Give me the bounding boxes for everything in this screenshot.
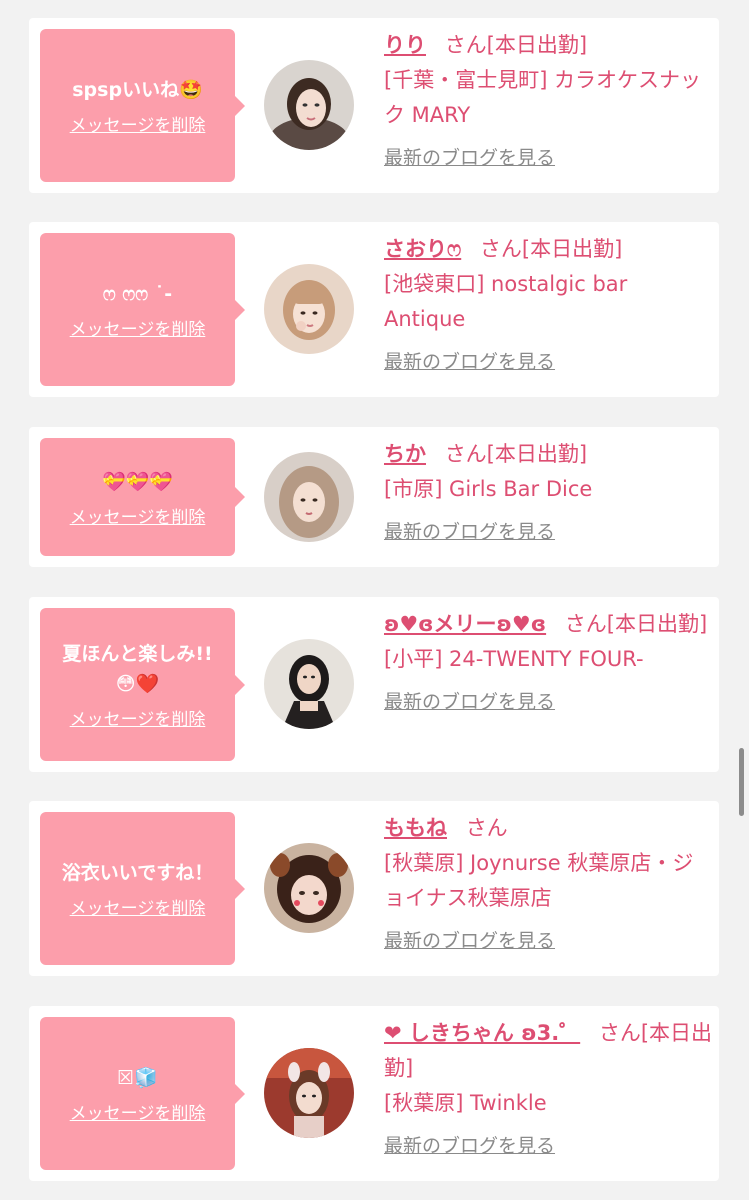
cast-name-link[interactable]: ❤ しきちゃん ʚ3.゜ [384,1021,580,1045]
message-bubble: 💝💝💝 メッセージを削除 [40,438,245,556]
girl-photo-icon [264,452,354,542]
cast-status: さん [465,816,508,840]
message-card: 浴衣いいですね！ メッセージを削除 ももね さん [秋葉原] Joynurse … [29,801,719,976]
shop-name: [池袋東口] nostalgic bar Antique [384,272,628,331]
cast-name-link[interactable]: さおりෆ [384,237,461,261]
shop-name: [市原] Girls Bar Dice [384,477,593,501]
girl-photo-icon [264,60,354,150]
latest-blog-link[interactable]: 最新のブログを見る [384,347,714,377]
message-text: 💝💝💝 [102,470,173,493]
avatar[interactable] [264,452,354,542]
girl-photo-icon [264,639,354,729]
message-text: 夏ほんと楽しみ!! 😳❤️ [62,643,213,695]
message-bubble: ☒🧊 メッセージを削除 [40,1017,245,1170]
delete-message-link[interactable]: メッセージを削除 [70,894,206,919]
delete-message-link[interactable]: メッセージを削除 [70,503,206,528]
message-text: ෆ ෆෆ ˙- [102,283,173,305]
message-card: 夏ほんと楽しみ!! 😳❤️ メッセージを削除 ʚ♥ɞメリーʚ♥ɞ さん[本日出勤… [29,597,719,772]
avatar[interactable] [264,60,354,150]
shop-name: [秋葉原] Joynurse 秋葉原店・ジョイナス秋葉原店 [384,851,694,910]
cast-info: ❤ しきちゃん ʚ3.゜ さん[本日出勤] [秋葉原] Twinkle 最新のブ… [384,1016,714,1161]
message-text: 浴衣いいですね！ [61,862,214,884]
shop-name: [小平] 24-TWENTY FOUR- [384,647,644,671]
delete-message-link[interactable]: メッセージを削除 [70,705,206,730]
message-bubble: 夏ほんと楽しみ!! 😳❤️ メッセージを削除 [40,608,245,761]
shop-name: [秋葉原] Twinkle [384,1091,547,1115]
delete-message-link[interactable]: メッセージを削除 [70,315,206,340]
message-bubble: spspいいね🤩 メッセージを削除 [40,29,245,182]
avatar[interactable] [264,843,354,933]
latest-blog-link[interactable]: 最新のブログを見る [384,1131,714,1161]
shop-name: [千葉・富士見町] カラオケスナック MARY [384,68,702,127]
cast-info: ʚ♥ɞメリーʚ♥ɞ さん[本日出勤] [小平] 24-TWENTY FOUR- … [384,607,714,717]
latest-blog-link[interactable]: 最新のブログを見る [384,687,714,717]
latest-blog-link[interactable]: 最新のブログを見る [384,517,714,547]
cast-info: ちか さん[本日出勤] [市原] Girls Bar Dice 最新のブログを見… [384,437,714,547]
cast-name-link[interactable]: ももね [384,816,447,840]
message-card: 💝💝💝 メッセージを削除 ちか さん[本日出勤] [市原] Girls Bar … [29,427,719,567]
message-bubble: 浴衣いいですね！ メッセージを削除 [40,812,245,965]
message-text: spspいいね🤩 [72,79,203,101]
message-card: ෆ ෆෆ ˙- メッセージを削除 さおりෆ さん[本日出勤] [池袋東口] no… [29,222,719,397]
cast-status: さん[本日出勤] [444,442,588,466]
latest-blog-link[interactable]: 最新のブログを見る [384,143,714,173]
scrollbar-thumb[interactable] [739,748,744,816]
cast-name-link[interactable]: ちか [384,442,426,466]
cast-info: さおりෆ さん[本日出勤] [池袋東口] nostalgic bar Antiq… [384,232,714,377]
girl-photo-icon [264,264,354,354]
cast-info: ももね さん [秋葉原] Joynurse 秋葉原店・ジョイナス秋葉原店 最新の… [384,811,714,956]
message-card: ☒🧊 メッセージを削除 ❤ しきちゃん ʚ3.゜ さん[本日出勤] [秋葉原] … [29,1006,719,1181]
cast-info: りり さん[本日出勤] [千葉・富士見町] カラオケスナック MARY 最新のブ… [384,28,714,173]
cast-name-link[interactable]: ʚ♥ɞメリーʚ♥ɞ [384,612,546,636]
cast-name-link[interactable]: りり [384,33,426,57]
message-text: ☒🧊 [117,1067,158,1089]
delete-message-link[interactable]: メッセージを削除 [70,111,206,136]
delete-message-link[interactable]: メッセージを削除 [70,1099,206,1124]
avatar[interactable] [264,639,354,729]
cast-status: さん[本日出勤] [564,612,708,636]
avatar[interactable] [264,264,354,354]
avatar[interactable] [264,1048,354,1138]
girl-photo-icon [264,1048,354,1138]
message-bubble: ෆ ෆෆ ˙- メッセージを削除 [40,233,245,386]
girl-photo-icon [264,843,354,933]
cast-status: さん[本日出勤] [444,33,588,57]
message-card: spspいいね🤩 メッセージを削除 りり さん[本日出勤] [千葉・富士見町] … [29,18,719,193]
cast-status: さん[本日出勤] [479,237,623,261]
latest-blog-link[interactable]: 最新のブログを見る [384,926,714,956]
